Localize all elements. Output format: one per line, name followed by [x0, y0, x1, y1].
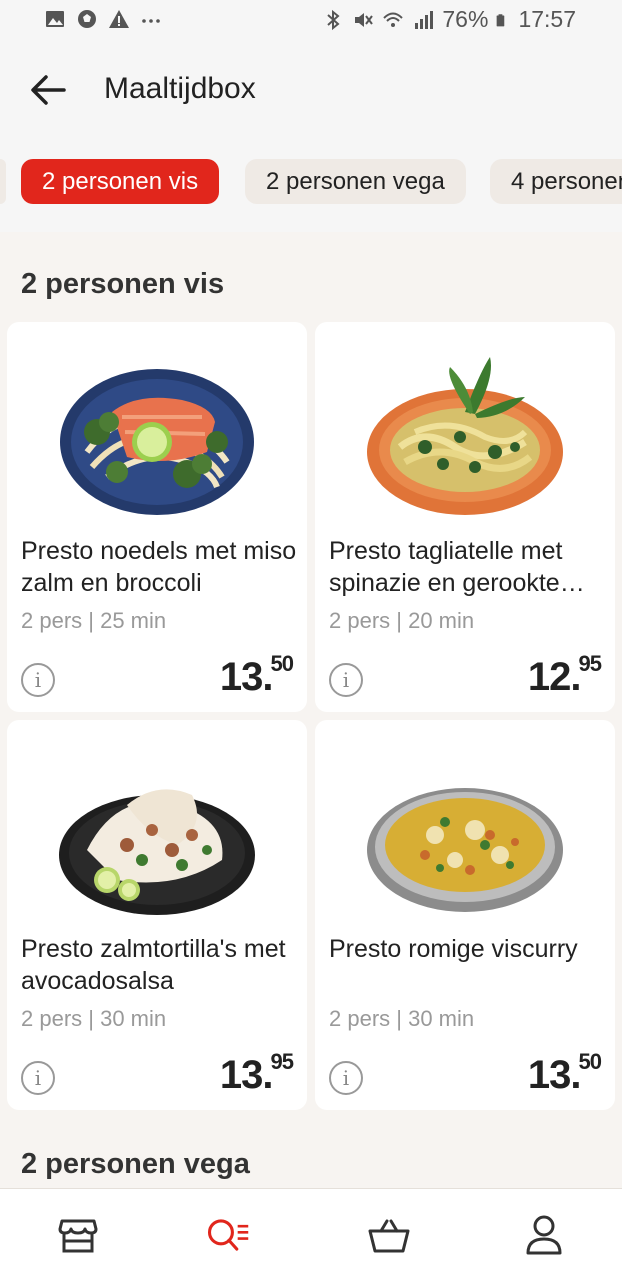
- product-price: 13.50: [219, 651, 294, 699]
- product-card[interactable]: Presto tagliatelle met spinazie en geroo…: [315, 322, 615, 712]
- dish-image: [60, 369, 254, 515]
- status-right: 76% 17:57: [322, 6, 576, 33]
- chip-2-personen-vis[interactable]: 2 personen vis: [21, 159, 220, 204]
- battery-icon: [497, 13, 505, 26]
- basket-icon[interactable]: [367, 1213, 411, 1257]
- product-card[interactable]: Presto zalmtortilla's met avocadosalsa 2…: [7, 720, 307, 1110]
- search-list-icon[interactable]: [206, 1213, 250, 1257]
- dish-image: [59, 789, 255, 915]
- mute-icon: [355, 12, 374, 27]
- product-price: 13.50: [527, 1049, 602, 1097]
- product-name[interactable]: Presto noedels met miso zalm en broccoli: [21, 535, 297, 599]
- product-price: 13.95: [219, 1049, 294, 1097]
- category-chips: 2 personen vis 2 personen vega 4 persone…: [0, 136, 622, 232]
- product-meta: 2 pers | 30 min: [21, 1006, 167, 1031]
- bluetooth-icon: [327, 9, 340, 30]
- product-name[interactable]: Presto romige viscurry: [329, 933, 605, 965]
- section-title-vega: 2 personen vega: [21, 1148, 250, 1180]
- battery-percentage: 76%: [442, 6, 489, 32]
- product-card[interactable]: Presto romige viscurry 2 pers | 30 min i…: [315, 720, 615, 1110]
- product-meta: 2 pers | 25 min: [21, 608, 167, 633]
- status-time: 17:57: [518, 6, 576, 32]
- status-bar: 76% 17:57: [0, 0, 622, 44]
- status-left-icons: [44, 8, 162, 30]
- info-icon[interactable]: i: [21, 1061, 55, 1095]
- wifi-icon: [383, 12, 404, 27]
- signal-icon: [415, 10, 434, 29]
- bottom-navigation: [0, 1188, 622, 1281]
- product-name[interactable]: Presto tagliatelle met spinazie en geroo…: [329, 535, 605, 599]
- warning-icon: [109, 10, 129, 28]
- product-name[interactable]: Presto zalmtortilla's met avocadosalsa: [21, 933, 297, 997]
- soccer-ball-icon: [78, 10, 96, 28]
- page-title: Maaltijdbox: [104, 72, 256, 105]
- app-header: Maaltijdbox: [0, 44, 622, 136]
- info-icon[interactable]: i: [329, 1061, 363, 1095]
- chip-4-personen[interactable]: 4 personen: [490, 159, 622, 204]
- info-icon[interactable]: i: [329, 663, 363, 697]
- section-title-vis: 2 personen vis: [21, 268, 225, 300]
- more-icon: [142, 19, 160, 23]
- chip-2-personen-vega[interactable]: 2 personen vega: [245, 159, 466, 204]
- back-arrow-icon[interactable]: [28, 72, 68, 108]
- product-meta: 2 pers | 20 min: [329, 608, 475, 633]
- image-icon: [46, 11, 64, 27]
- dish-image: [367, 357, 563, 515]
- dish-image: [367, 788, 563, 912]
- product-card[interactable]: Presto noedels met miso zalm en broccoli…: [7, 322, 307, 712]
- chip-previous-edge[interactable]: [0, 159, 6, 204]
- store-icon[interactable]: [56, 1213, 100, 1257]
- product-price: 12.95: [527, 651, 602, 699]
- profile-icon[interactable]: [522, 1213, 566, 1257]
- product-meta: 2 pers | 30 min: [329, 1006, 475, 1031]
- info-icon[interactable]: i: [21, 663, 55, 697]
